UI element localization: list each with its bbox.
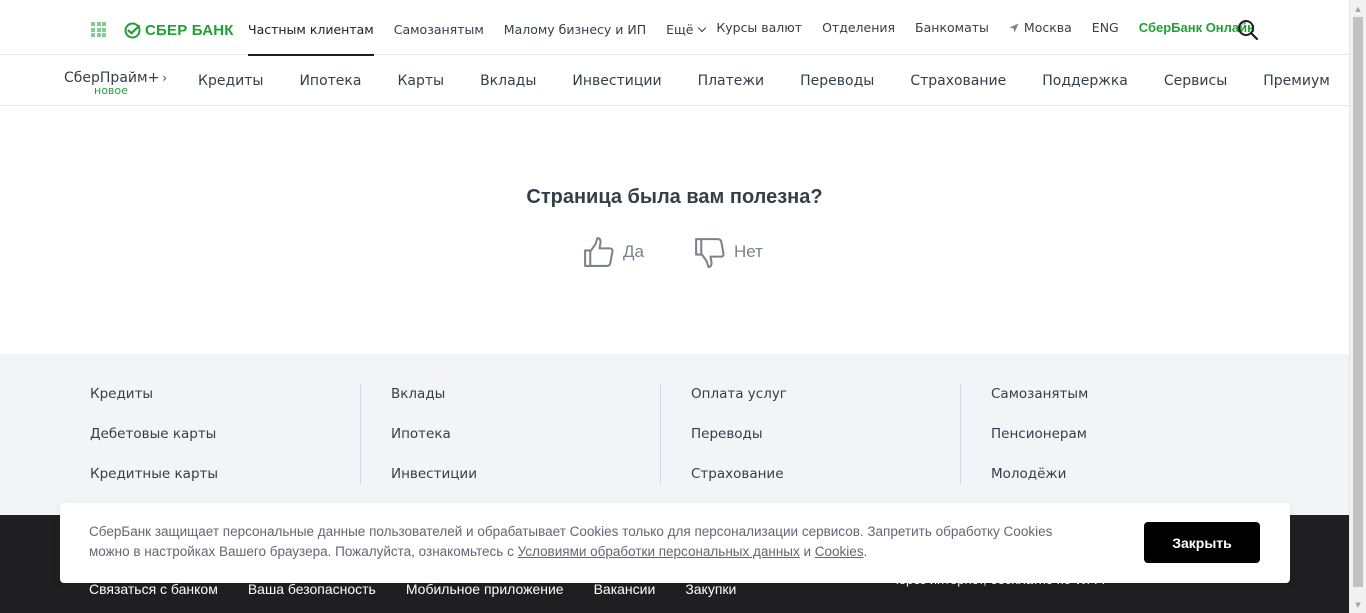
scroll-down-arrow-icon[interactable]: ▼ <box>1350 596 1366 613</box>
nav-more-label: Ещё <box>666 22 694 37</box>
feedback-no-button[interactable]: Нет <box>693 234 763 270</box>
feedback-yes-label: Да <box>623 242 644 261</box>
menu-transfers[interactable]: Переводы <box>800 73 874 89</box>
feedback-question: Страница была вам полезна? <box>526 186 823 208</box>
thumbs-up-icon <box>584 236 614 267</box>
footer-link[interactable]: Инвестиции <box>391 464 660 504</box>
vacancies-link[interactable]: Вакансии <box>594 581 656 597</box>
menu-deposits[interactable]: Вклады <box>480 73 536 89</box>
top-right-links: Курсы валют Отделения Банкоматы Москва E… <box>696 0 1255 55</box>
page-scrollbar[interactable]: ▲ ▼ <box>1349 0 1366 613</box>
footer-links: Кредиты Дебетовые карты Кредитные карты … <box>0 354 1349 515</box>
cookie-text-and: и <box>799 544 815 559</box>
footer-link[interactable]: Самозанятым <box>991 384 1260 424</box>
city-selector[interactable]: Москва <box>1009 20 1072 35</box>
privacy-terms-link[interactable]: Условиями обработки персональных данных <box>518 544 800 559</box>
footer-link[interactable]: Переводы <box>691 424 960 464</box>
menu-payments[interactable]: Платежи <box>698 73 765 89</box>
scrollbar-thumb[interactable] <box>1353 17 1363 587</box>
thumbs-down-icon <box>695 237 725 268</box>
exchange-rates-link[interactable]: Курсы валют <box>716 20 802 35</box>
segment-nav: Частным клиентам Самозанятым Малому бизн… <box>248 0 725 56</box>
footer-column: Вклады Ипотека Инвестиции <box>360 384 660 484</box>
nav-self-employed[interactable]: Самозанятым <box>394 0 484 55</box>
footer-link[interactable]: Кредитные карты <box>90 464 360 504</box>
city-name: Москва <box>1023 20 1072 35</box>
product-nav: СберПрайм+ › новое Кредиты Ипотека Карты … <box>0 55 1349 106</box>
footer-link[interactable]: Кредиты <box>90 384 360 424</box>
footer-link[interactable]: Пенсионерам <box>991 424 1260 464</box>
menu-mortgage[interactable]: Ипотека <box>299 73 361 89</box>
nav-private-clients[interactable]: Частным клиентам <box>248 0 374 56</box>
menu-credits[interactable]: Кредиты <box>198 73 263 89</box>
footer-link[interactable]: Оплата услуг <box>691 384 960 424</box>
offices-link[interactable]: Отделения <box>822 20 895 35</box>
contact-bank-link[interactable]: Связаться с банком <box>89 581 218 597</box>
sber-logo-icon <box>124 22 141 38</box>
cookie-close-button[interactable]: Закрыть <box>1144 522 1260 563</box>
menu-insurance[interactable]: Страхование <box>910 73 1006 89</box>
footer-link[interactable]: Дебетовые карты <box>90 424 360 464</box>
menu-premium[interactable]: Премиум <box>1263 73 1330 89</box>
product-menu: Кредиты Ипотека Карты Вклады Инвестиции … <box>198 55 1366 106</box>
cookie-text: СберБанк защищает персональные данные по… <box>89 522 1089 562</box>
chevron-right-icon: › <box>162 71 168 85</box>
footer-link[interactable]: Ипотека <box>391 424 660 464</box>
feedback-no-label: Нет <box>734 242 763 261</box>
menu-support[interactable]: Поддержка <box>1042 73 1128 89</box>
menu-cards[interactable]: Карты <box>397 73 444 89</box>
menu-services[interactable]: Сервисы <box>1164 73 1227 89</box>
nav-small-business[interactable]: Малому бизнесу и ИП <box>504 0 646 55</box>
footer-column: Оплата услуг Переводы Страхование <box>660 384 960 484</box>
security-link[interactable]: Ваша безопасность <box>248 581 376 597</box>
feedback-yes-button[interactable]: Да <box>582 234 644 270</box>
sber-logo[interactable]: СБЕР БАНК <box>124 19 234 41</box>
mobile-app-link[interactable]: Мобильное приложение <box>406 581 564 597</box>
atms-link[interactable]: Банкоматы <box>915 20 989 35</box>
footer-link[interactable]: Молодёжи <box>991 464 1260 504</box>
procurement-link[interactable]: Закупки <box>685 581 736 597</box>
top-header: СБЕР БАНК Частным клиентам Самозанятым М… <box>0 0 1349 56</box>
scroll-up-arrow-icon[interactable]: ▲ <box>1350 0 1366 17</box>
cookie-banner: СберБанк защищает персональные данные по… <box>60 503 1290 583</box>
footer-column: Кредиты Дебетовые карты Кредитные карты <box>60 384 360 484</box>
cookie-text-end: . <box>863 544 868 559</box>
new-badge: новое <box>94 84 128 97</box>
cookies-link[interactable]: Cookies <box>815 544 864 559</box>
menu-investments[interactable]: Инвестиции <box>572 73 661 89</box>
grid-icon[interactable] <box>91 22 106 37</box>
location-arrow-icon <box>1009 23 1019 32</box>
footer-link[interactable]: Вклады <box>391 384 660 424</box>
language-switch[interactable]: ENG <box>1092 20 1119 35</box>
footer-link[interactable]: Страхование <box>691 464 960 504</box>
dark-footer-links: Связаться с банком Ваша безопасность Моб… <box>89 581 766 597</box>
footer-column: Самозанятым Пенсионерам Молодёжи <box>960 384 1260 484</box>
logo-text: СБЕР БАНК <box>145 21 234 39</box>
search-icon[interactable] <box>1237 19 1259 41</box>
